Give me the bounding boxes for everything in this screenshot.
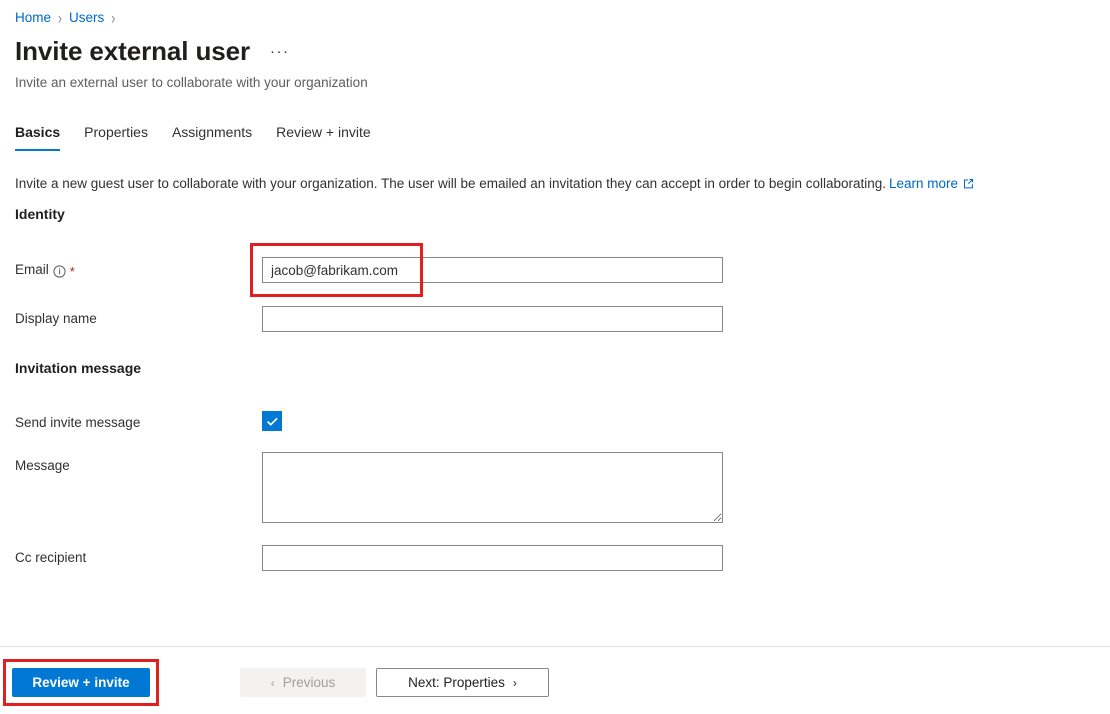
page-subtitle: Invite an external user to collaborate w…	[15, 75, 368, 90]
tab-review-invite[interactable]: Review + invite	[276, 122, 395, 151]
checkmark-icon	[266, 415, 279, 428]
send-invite-message-label: Send invite message	[15, 414, 140, 432]
tab-assignments[interactable]: Assignments	[172, 122, 276, 151]
email-label-text: Email	[15, 262, 49, 277]
page-title: Invite external user	[15, 36, 250, 66]
breadcrumb-item-home[interactable]: Home	[15, 9, 51, 27]
required-marker: *	[69, 263, 75, 279]
email-label: Email *	[15, 261, 75, 279]
cc-recipient-label: Cc recipient	[15, 549, 86, 567]
tab-bar: Basics Properties Assignments Review + i…	[15, 122, 395, 151]
breadcrumb-separator-icon: ›	[58, 8, 63, 28]
cc-recipient-label-text: Cc recipient	[15, 550, 87, 565]
display-name-input[interactable]	[262, 306, 723, 332]
breadcrumb-separator-icon: ›	[111, 8, 116, 28]
message-label: Message	[15, 457, 70, 475]
chevron-right-icon: ›	[512, 675, 517, 690]
breadcrumb-item-users[interactable]: Users	[69, 9, 104, 27]
chevron-left-icon: ‹	[270, 675, 275, 690]
message-textarea[interactable]	[262, 452, 723, 523]
page-header: Invite external user ···	[15, 35, 290, 67]
tab-properties[interactable]: Properties	[84, 122, 172, 151]
display-name-label-text: Display name	[15, 311, 97, 326]
message-label-text: Message	[15, 458, 70, 473]
email-input[interactable]	[262, 257, 723, 283]
tab-basics[interactable]: Basics	[15, 122, 84, 151]
cc-recipient-input[interactable]	[262, 545, 723, 571]
next-properties-button[interactable]: Next: Properties ›	[376, 668, 549, 697]
review-invite-button[interactable]: Review + invite	[12, 668, 150, 697]
intro-text: Invite a new guest user to collaborate w…	[15, 176, 887, 191]
intro-text-row: Invite a new guest user to collaborate w…	[15, 174, 974, 194]
next-button-label: Next: Properties	[408, 674, 505, 690]
display-name-label: Display name	[15, 310, 97, 328]
send-invite-message-checkbox[interactable]	[262, 411, 282, 431]
previous-button-label: Previous	[282, 674, 336, 690]
learn-more-link[interactable]: Learn more	[889, 176, 958, 191]
send-invite-message-label-text: Send invite message	[15, 415, 141, 430]
more-options-icon[interactable]: ···	[270, 43, 290, 60]
section-invitation-message-heading: Invitation message	[15, 360, 142, 376]
breadcrumb: Home › Users ›	[15, 8, 116, 28]
external-link-icon	[963, 175, 974, 189]
footer-divider	[0, 646, 1110, 647]
info-circle-icon[interactable]	[53, 264, 66, 278]
previous-button: ‹ Previous	[240, 668, 366, 697]
section-identity-heading: Identity	[15, 206, 65, 222]
